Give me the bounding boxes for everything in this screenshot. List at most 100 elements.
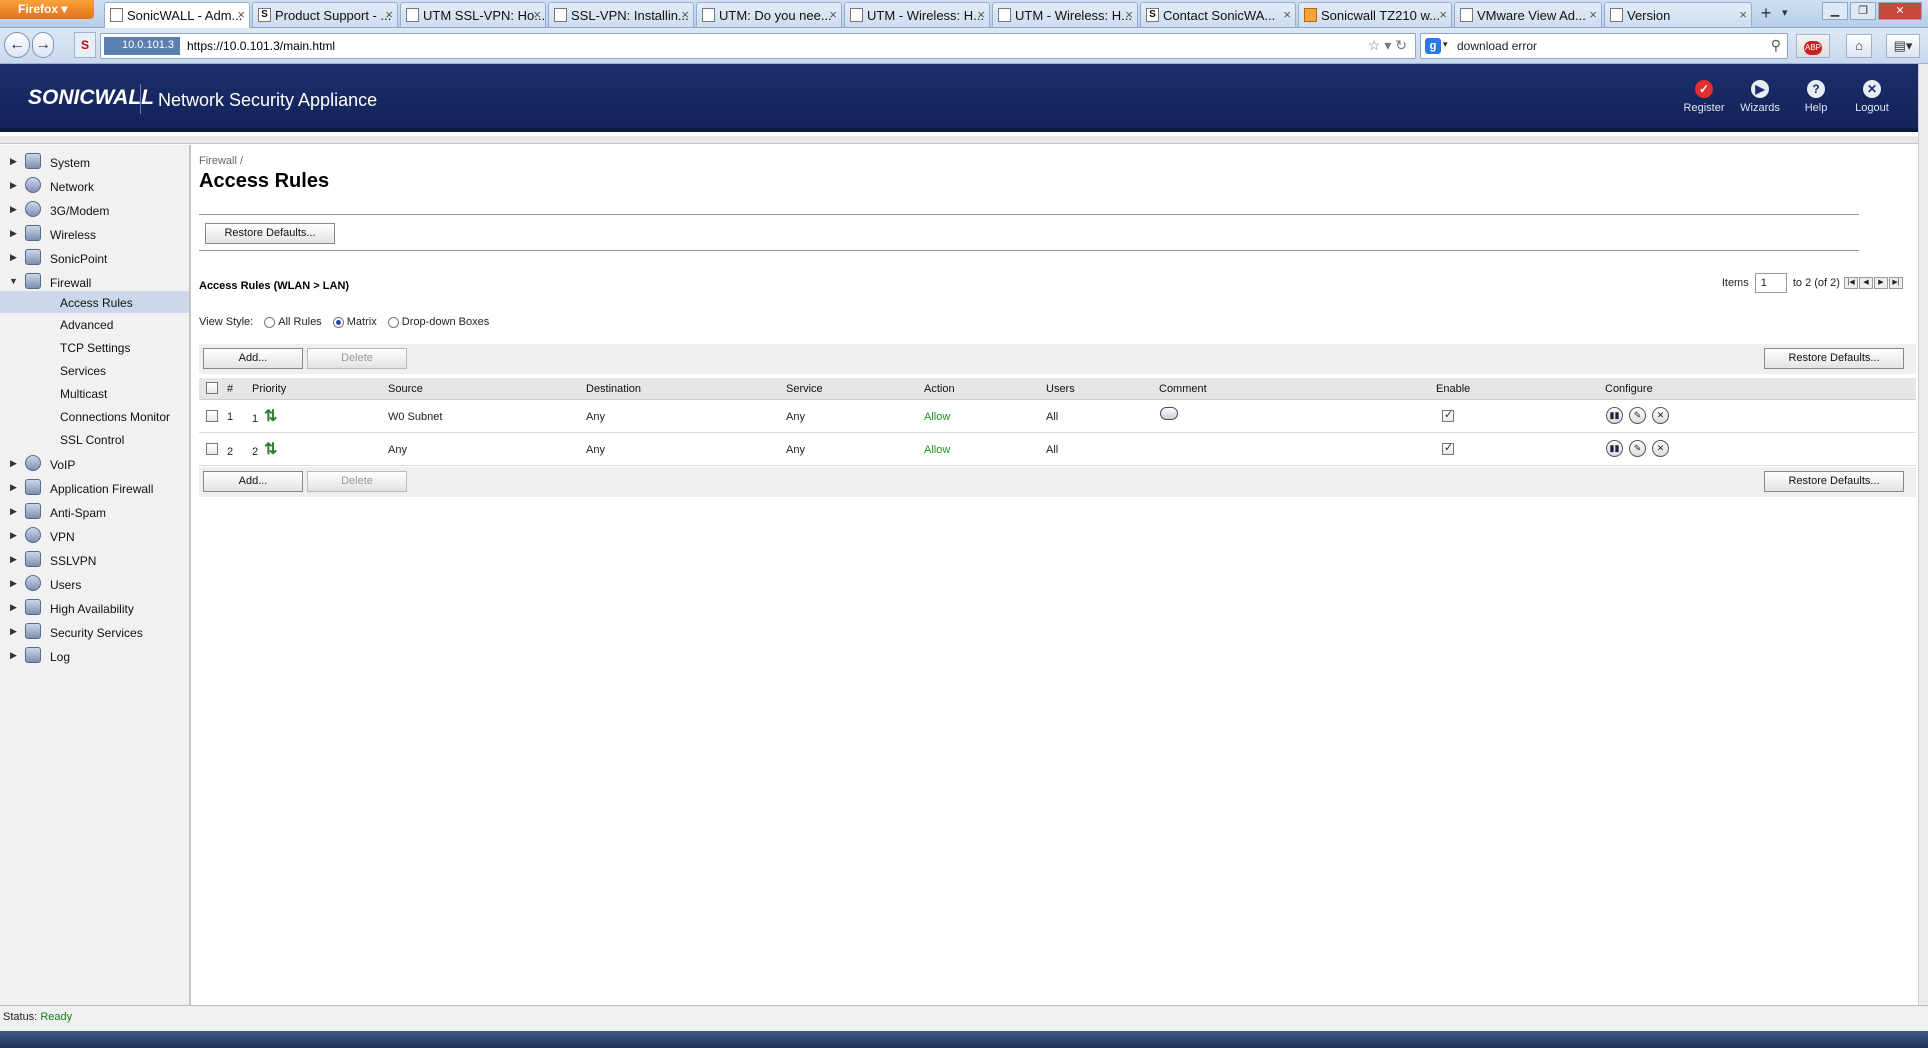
logout-button[interactable]: ✕ Logout	[1844, 80, 1900, 114]
col-configure[interactable]: Configure	[1605, 383, 1653, 395]
expand-arrow-icon[interactable]: ▶	[10, 578, 17, 589]
close-window-button[interactable]: ✕	[1878, 2, 1922, 20]
priority-updown-icon[interactable]: ⇅	[264, 406, 278, 426]
comment-icon[interactable]	[1160, 407, 1178, 420]
tab-product-support[interactable]: S Product Support - ... ×	[252, 2, 398, 27]
google-search-engine-icon[interactable]: g	[1425, 38, 1441, 54]
edit-pencil-icon[interactable]: ✎	[1629, 440, 1646, 457]
tab-utm-wireless-1[interactable]: UTM - Wireless: H... ×	[844, 2, 990, 27]
wizards-button[interactable]: ▶ Wizards	[1732, 80, 1788, 114]
close-icon[interactable]: ×	[1589, 7, 1597, 22]
sidebar-item-3g-modem[interactable]: ▶ 3G/Modem	[0, 199, 189, 221]
maximize-window-button[interactable]: ❐	[1850, 2, 1876, 20]
col-enable[interactable]: Enable	[1436, 383, 1470, 395]
expand-arrow-icon[interactable]: ▶	[10, 554, 17, 565]
col-source[interactable]: Source	[388, 383, 423, 395]
collapse-arrow-icon[interactable]: ▼	[9, 276, 18, 286]
priority-updown-icon[interactable]: ⇅	[264, 439, 278, 459]
dropdown-icon[interactable]: ▾	[1384, 37, 1391, 53]
close-icon[interactable]: ×	[829, 7, 837, 22]
url-text[interactable]: https://10.0.101.3/main.html	[187, 39, 335, 53]
restore-defaults-top-button[interactable]: Restore Defaults...	[205, 223, 335, 244]
expand-arrow-icon[interactable]: ▶	[10, 204, 17, 215]
sidebar-item-system[interactable]: ▶ System	[0, 151, 189, 173]
sidebar-subitem-connections-monitor[interactable]: Connections Monitor	[0, 406, 189, 426]
tab-ssl-vpn-installing[interactable]: SSL-VPN: Installin... ×	[548, 2, 694, 27]
delete-x-icon[interactable]: ✕	[1652, 440, 1669, 457]
breadcrumb[interactable]: Firewall /	[199, 155, 243, 167]
address-bar[interactable]: 10.0.101.3 https://10.0.101.3/main.html …	[100, 33, 1416, 59]
expand-arrow-icon[interactable]: ▶	[10, 252, 17, 263]
close-icon[interactable]: ×	[385, 7, 393, 22]
sidebar-item-high-availability[interactable]: ▶ High Availability	[0, 597, 189, 619]
prev-page-icon[interactable]: ◀	[1859, 277, 1873, 289]
expand-arrow-icon[interactable]: ▶	[10, 228, 17, 239]
expand-arrow-icon[interactable]: ▶	[10, 180, 17, 191]
tab-sonicwall-tz210[interactable]: Sonicwall TZ210 w... ×	[1298, 2, 1452, 27]
back-button[interactable]: ←	[4, 32, 30, 58]
statistics-icon[interactable]: ▮▮	[1606, 440, 1623, 457]
col-number[interactable]: #	[227, 383, 233, 395]
search-icon[interactable]: ⚲	[1771, 37, 1781, 54]
tab-utm-do-you-need[interactable]: UTM: Do you nee... ×	[696, 2, 842, 27]
last-page-icon[interactable]: ▶|	[1889, 277, 1903, 289]
restore-defaults-button[interactable]: Restore Defaults...	[1764, 471, 1904, 492]
edit-pencil-icon[interactable]: ✎	[1629, 407, 1646, 424]
sidebar-item-anti-spam[interactable]: ▶ Anti-Spam	[0, 501, 189, 523]
minimize-window-button[interactable]: ▁	[1822, 2, 1848, 20]
close-icon[interactable]: ×	[1439, 7, 1447, 22]
delete-x-icon[interactable]: ✕	[1652, 407, 1669, 424]
tab-vmware-view[interactable]: VMware View Ad... ×	[1454, 2, 1602, 27]
sidebar-item-log[interactable]: ▶ Log	[0, 645, 189, 667]
tab-sonicwall-admin[interactable]: SonicWALL - Adm... ×	[104, 2, 250, 28]
search-bar[interactable]: g ▾ download error ⚲	[1420, 33, 1788, 59]
expand-arrow-icon[interactable]: ▶	[10, 530, 17, 541]
sidebar-item-application-firewall[interactable]: ▶ Application Firewall	[0, 477, 189, 499]
page-scrollbar[interactable]	[1918, 64, 1928, 1005]
tab-version[interactable]: Version ×	[1604, 2, 1752, 27]
restore-defaults-button[interactable]: Restore Defaults...	[1764, 348, 1904, 369]
sidebar-item-sslvpn[interactable]: ▶ SSLVPN	[0, 549, 189, 571]
expand-arrow-icon[interactable]: ▶	[10, 602, 17, 613]
sidebar-subitem-multicast[interactable]: Multicast	[0, 383, 189, 403]
row-select-checkbox[interactable]	[206, 410, 218, 422]
enable-checkbox[interactable]	[1442, 408, 1454, 422]
col-destination[interactable]: Destination	[586, 383, 641, 395]
sidebar-item-wireless[interactable]: ▶ Wireless	[0, 223, 189, 245]
sidebar-subitem-ssl-control[interactable]: SSL Control	[0, 429, 189, 449]
tab-utm-ssl-vpn[interactable]: UTM SSL-VPN: Ho... ×	[400, 2, 546, 27]
forward-button[interactable]: →	[32, 32, 54, 58]
col-service[interactable]: Service	[786, 383, 823, 395]
next-page-icon[interactable]: ▶	[1874, 277, 1888, 289]
close-icon[interactable]: ×	[977, 7, 985, 22]
view-matrix-radio[interactable]	[332, 316, 344, 328]
col-action[interactable]: Action	[924, 383, 955, 395]
reload-icon[interactable]: ↻	[1395, 37, 1407, 53]
sidebar-item-sonicpoint[interactable]: ▶ SonicPoint	[0, 247, 189, 269]
home-icon[interactable]: ⌂	[1846, 34, 1872, 58]
tab-list-dropdown-icon[interactable]: ▾	[1782, 6, 1788, 19]
search-input[interactable]: download error	[1457, 39, 1537, 53]
row-select-checkbox[interactable]	[206, 443, 218, 455]
new-tab-button[interactable]: +	[1754, 3, 1778, 25]
add-rule-button[interactable]: Add...	[203, 348, 303, 369]
help-button[interactable]: ? Help	[1788, 80, 1844, 114]
view-all-rules-radio[interactable]	[264, 316, 276, 328]
bookmarks-menu-icon[interactable]: ▤▾	[1886, 34, 1920, 58]
tab-utm-wireless-2[interactable]: UTM - Wireless: H... ×	[992, 2, 1138, 27]
expand-arrow-icon[interactable]: ▶	[10, 650, 17, 661]
expand-arrow-icon[interactable]: ▶	[10, 156, 17, 167]
sidebar-subitem-tcp-settings[interactable]: TCP Settings	[0, 337, 189, 357]
col-comment[interactable]: Comment	[1159, 383, 1207, 395]
bookmark-star-icon[interactable]: ☆	[1368, 37, 1381, 53]
sidebar-item-voip[interactable]: ▶ VoIP	[0, 453, 189, 475]
statistics-icon[interactable]: ▮▮	[1606, 407, 1623, 424]
sidebar-item-users[interactable]: ▶ Users	[0, 573, 189, 595]
enable-checkbox[interactable]	[1442, 441, 1454, 455]
select-all-checkbox[interactable]	[206, 382, 218, 394]
delete-rule-button[interactable]: Delete	[307, 471, 407, 492]
expand-arrow-icon[interactable]: ▶	[10, 482, 17, 493]
sidebar-item-security-services[interactable]: ▶ Security Services	[0, 621, 189, 643]
site-identity-badge[interactable]: 10.0.101.3	[104, 37, 180, 55]
close-icon[interactable]: ×	[681, 7, 689, 22]
